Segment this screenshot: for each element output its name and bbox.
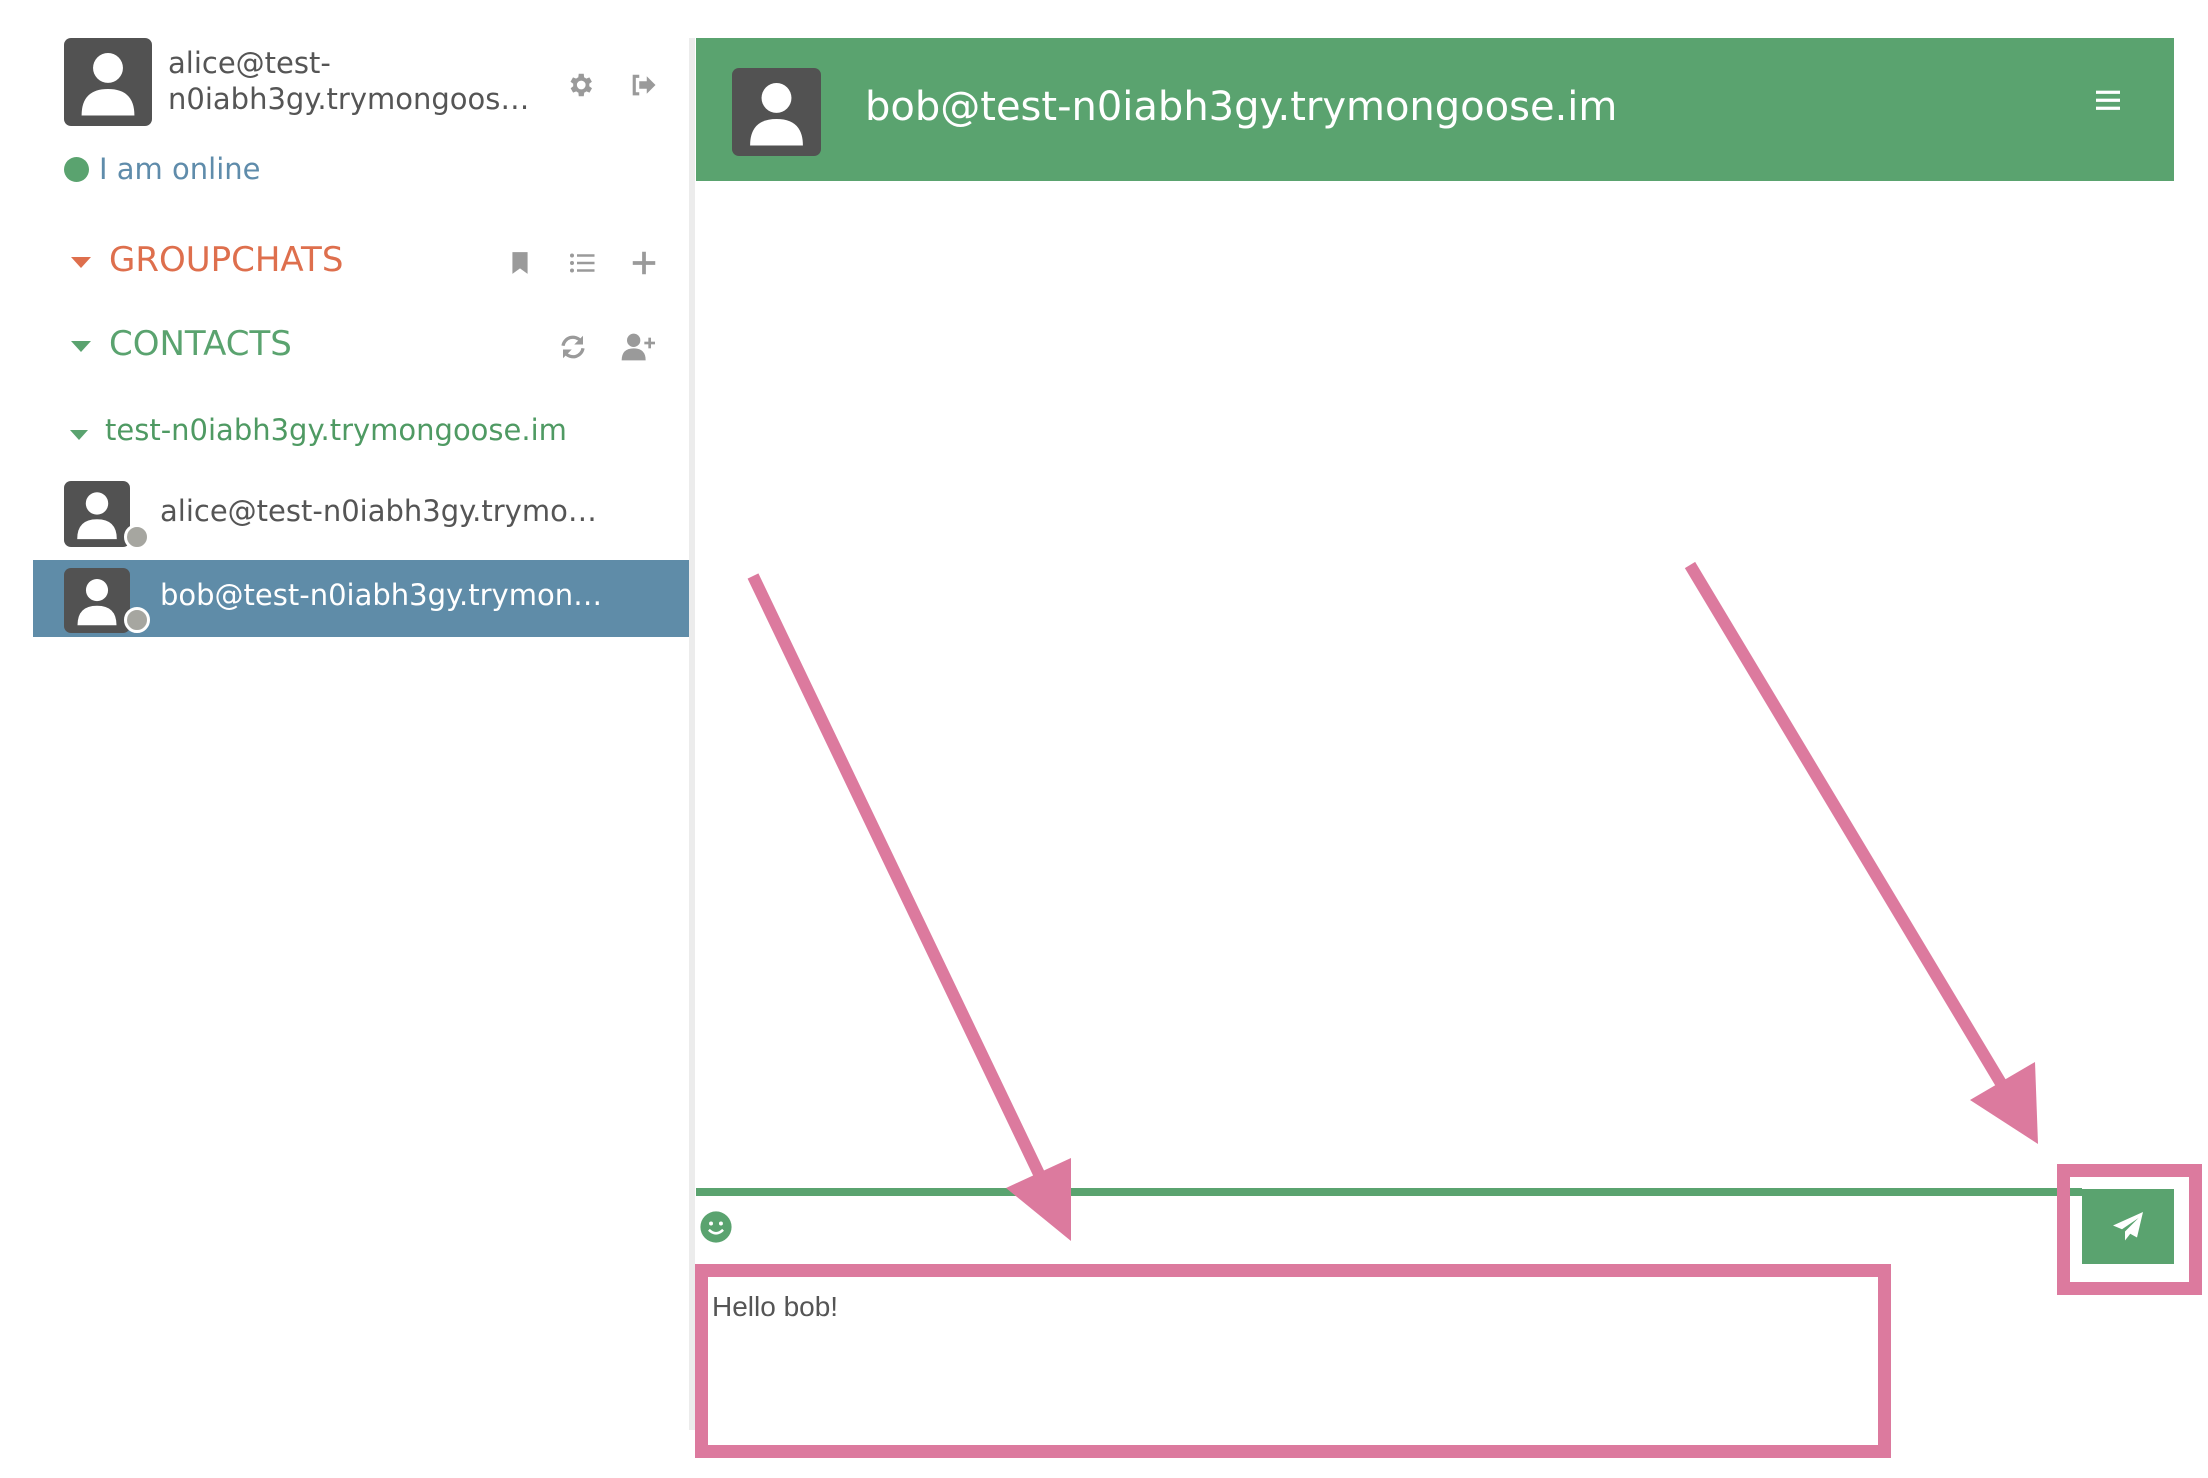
hamburger-icon[interactable] bbox=[2090, 82, 2126, 118]
chat-title: bob@test-n0iabh3gy.trymongoose.im bbox=[865, 84, 1618, 130]
contact-item-alice[interactable]: alice@test-n0iabh3gy.trymo… bbox=[33, 474, 689, 554]
domain-group-heading[interactable]: test-n0iabh3gy.trymongoose.im bbox=[105, 413, 567, 447]
user-name-line2: n0iabh3gy.trymongoos… bbox=[168, 82, 530, 116]
sidebar-divider[interactable] bbox=[689, 38, 695, 1430]
contact-avatar-icon bbox=[64, 568, 130, 633]
presence-offline-icon bbox=[124, 524, 150, 550]
contact-avatar-icon bbox=[64, 481, 130, 547]
user-avatar-icon[interactable] bbox=[64, 38, 152, 126]
plus-icon[interactable] bbox=[626, 245, 662, 281]
groupchats-caret-icon[interactable] bbox=[71, 257, 91, 268]
list-icon[interactable] bbox=[564, 245, 600, 281]
bookmark-icon[interactable] bbox=[502, 245, 538, 281]
send-icon bbox=[2113, 1211, 2143, 1240]
status-indicator[interactable]: I am online bbox=[64, 152, 260, 186]
contacts-heading[interactable]: CONTACTS bbox=[109, 324, 292, 364]
groupchats-heading[interactable]: GROUPCHATS bbox=[109, 240, 343, 280]
chat-header: bob@test-n0iabh3gy.trymongoose.im bbox=[696, 38, 2174, 181]
logout-icon[interactable] bbox=[625, 67, 661, 103]
user-name[interactable]: alice@test- n0iabh3gy.trymongoos… bbox=[168, 45, 538, 117]
smiley-icon[interactable] bbox=[698, 1209, 734, 1245]
message-area bbox=[696, 181, 2174, 1189]
chat-avatar-icon bbox=[732, 68, 821, 156]
status-text: I am online bbox=[99, 152, 261, 186]
contact-item-bob[interactable]: bob@test-n0iabh3gy.trymon… bbox=[33, 560, 689, 637]
online-dot-icon bbox=[64, 156, 89, 182]
send-button[interactable] bbox=[2082, 1189, 2174, 1264]
refresh-icon[interactable] bbox=[555, 329, 591, 365]
toolbar-divider bbox=[696, 1188, 2082, 1196]
domain-group-caret-icon[interactable] bbox=[70, 430, 88, 440]
user-name-line1: alice@test- bbox=[168, 46, 331, 80]
add-user-icon[interactable] bbox=[618, 329, 660, 365]
contacts-caret-icon[interactable] bbox=[71, 341, 91, 352]
gear-icon[interactable] bbox=[562, 67, 598, 103]
contact-name: bob@test-n0iabh3gy.trymon… bbox=[160, 578, 603, 612]
presence-offline-icon bbox=[124, 607, 150, 633]
contact-name: alice@test-n0iabh3gy.trymo… bbox=[160, 494, 597, 528]
message-input[interactable]: Hello bob! bbox=[708, 1277, 1878, 1445]
